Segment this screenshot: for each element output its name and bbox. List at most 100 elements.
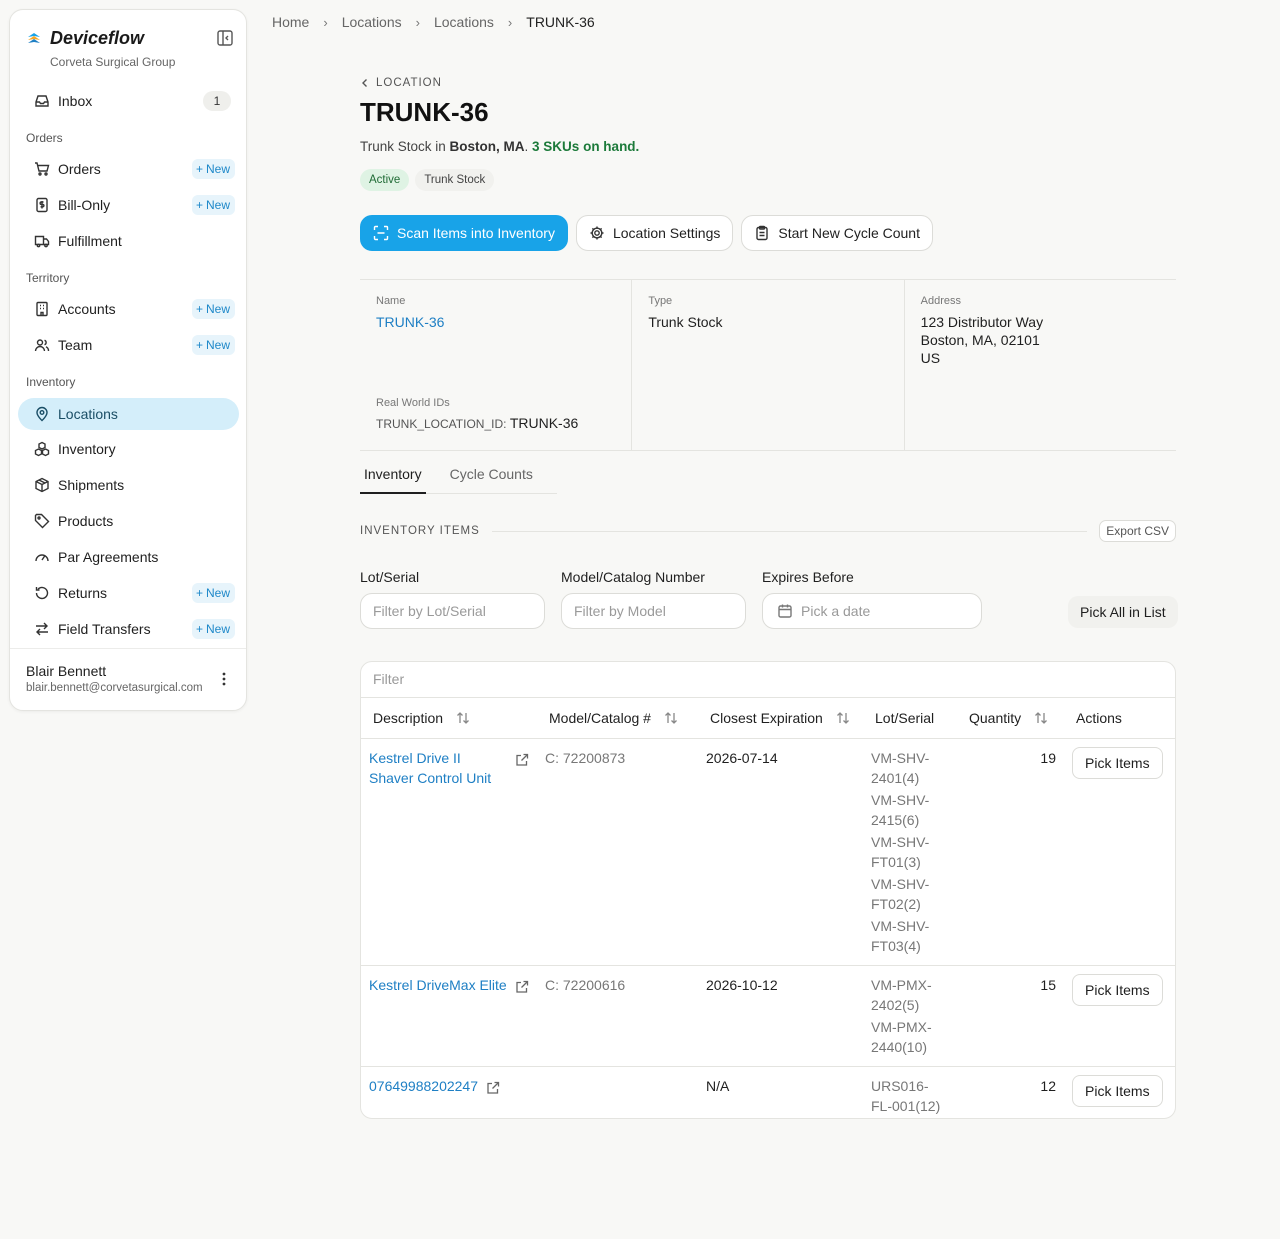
sku-count: 3 SKUs on hand. [532, 139, 640, 154]
expiration-cell: 2026-10-12 [698, 965, 863, 1067]
sidebar: Deviceflow Corveta Surgical Group Inbox … [9, 9, 247, 711]
pick-items-button[interactable]: Pick Items [1072, 746, 1163, 779]
table-row: Kestrel DriveMax Elite C: 72200616 2026-… [361, 965, 1175, 1067]
model-cell: C: 72200873 [537, 738, 698, 966]
product-link[interactable]: Kestrel DriveMax Elite [369, 975, 507, 995]
new-order-button[interactable]: + New [191, 159, 235, 179]
sidebar-item-team[interactable]: Team + New [18, 329, 239, 361]
new-label: New [205, 198, 230, 212]
new-bill-only-button[interactable]: + New [191, 195, 235, 215]
scan-items-button[interactable]: Scan Items into Inventory [360, 215, 568, 251]
plus-icon: + [195, 622, 203, 636]
breadcrumb-home[interactable]: Home [272, 14, 309, 30]
back-label: LOCATION [376, 77, 442, 89]
user-name: Blair Bennett [26, 663, 107, 679]
column-description[interactable]: Description [361, 698, 537, 739]
sidebar-item-label: Fulfillment [58, 233, 122, 249]
expiration-cell: 2026-07-14 [698, 738, 863, 966]
sidebar-item-orders[interactable]: Orders + New [18, 153, 239, 185]
new-account-button[interactable]: + New [191, 299, 235, 319]
model-filter-input[interactable] [561, 593, 746, 629]
table-filter-input[interactable] [373, 671, 1073, 687]
sidebar-item-shipments[interactable]: Shipments [18, 469, 239, 501]
sidebar-item-inventory[interactable]: Inventory [18, 433, 239, 465]
rwid-entry: TRUNK_LOCATION_ID: TRUNK-36 [376, 415, 578, 431]
name-value[interactable]: TRUNK-36 [376, 313, 615, 331]
start-cycle-count-button[interactable]: Start New Cycle Count [741, 215, 933, 251]
sidebar-item-locations[interactable]: Locations [18, 398, 239, 430]
new-return-button[interactable]: + New [191, 583, 235, 603]
tab-inventory[interactable]: Inventory [360, 460, 426, 494]
lot-entry: VM-PMX-2402(5) [871, 976, 932, 1013]
info-address-col: Address 123 Distributor Way Boston, MA, … [905, 280, 1176, 450]
tab-cycle-counts[interactable]: Cycle Counts [446, 460, 537, 493]
sidebar-item-label: Locations [58, 406, 118, 422]
product-link[interactable]: Kestrel Drive II Shaver Control Unit [369, 748, 507, 788]
sidebar-item-bill-only[interactable]: Bill-Only + New [18, 189, 239, 221]
sidebar-item-products[interactable]: Products [18, 505, 239, 537]
arrows-left-right-icon [34, 621, 50, 637]
type-label: Type [648, 295, 673, 307]
brand[interactable]: Deviceflow [26, 28, 144, 49]
column-expiration[interactable]: Closest Expiration [698, 698, 863, 739]
page-subtitle: Trunk Stock in Boston, MA. 3 SKUs on han… [360, 139, 639, 154]
external-link-icon[interactable] [486, 1081, 500, 1095]
breadcrumb-locations[interactable]: Locations [342, 14, 402, 30]
package-icon [34, 477, 50, 493]
column-label: Closest Expiration [710, 709, 823, 726]
rwid-label: Real World IDs [376, 397, 450, 409]
collapse-sidebar-icon[interactable] [216, 29, 234, 47]
rwid-value: TRUNK-36 [509, 415, 579, 431]
info-name-col: Name TRUNK-36 Real World IDs TRUNK_LOCAT… [360, 280, 633, 450]
pick-all-button[interactable]: Pick All in List [1068, 596, 1178, 628]
chevron-right-icon: › [415, 14, 420, 30]
external-link-icon[interactable] [515, 980, 529, 994]
section-inventory: Inventory [26, 375, 76, 389]
sidebar-item-returns[interactable]: Returns + New [18, 577, 239, 609]
sidebar-item-inbox[interactable]: Inbox 1 [18, 85, 239, 117]
sidebar-item-par-agreements[interactable]: Par Agreements [18, 541, 239, 573]
sidebar-item-field-transfers[interactable]: Field Transfers + New [18, 613, 239, 645]
external-link-icon[interactable] [515, 753, 529, 767]
pick-items-button[interactable]: Pick Items [1072, 973, 1163, 1006]
plus-icon: + [195, 198, 203, 212]
new-label: New [205, 338, 230, 352]
breadcrumb-locations-list[interactable]: Locations [434, 14, 494, 30]
sort-icon[interactable] [455, 710, 471, 726]
chevron-left-icon [360, 78, 370, 88]
sidebar-item-label: Team [58, 337, 93, 353]
more-vertical-icon[interactable] [216, 670, 232, 688]
location-settings-button[interactable]: Location Settings [575, 215, 734, 251]
product-link[interactable]: 07649988202247 [369, 1076, 478, 1096]
pick-items-button[interactable]: Pick Items [1072, 1074, 1163, 1107]
column-model[interactable]: Model/Catalog # [537, 698, 698, 739]
lot-filter-input[interactable] [360, 593, 545, 629]
scan-icon [373, 225, 389, 241]
expires-date-picker[interactable]: Pick a date [762, 593, 982, 629]
address-line-3: US [920, 350, 941, 366]
sidebar-item-fulfillment[interactable]: Fulfillment [18, 225, 239, 257]
column-quantity[interactable]: Quantity [957, 698, 1064, 739]
type-badge: Trunk Stock [415, 169, 495, 191]
sidebar-item-label: Orders [58, 161, 101, 177]
new-field-transfer-button[interactable]: + New [191, 619, 235, 639]
sort-icon[interactable] [1033, 710, 1049, 726]
info-type-col: Type Trunk Stock [632, 280, 905, 450]
subtitle-city: Boston, MA [449, 139, 525, 154]
sort-icon[interactable] [835, 710, 851, 726]
export-csv-button[interactable]: Export CSV [1099, 520, 1176, 542]
lot-cell: VM-SHV-2401(4) VM-SHV-2415(6) VM-SHV-FT0… [863, 738, 957, 966]
clipboard-icon [754, 225, 770, 241]
column-label: Quantity [969, 709, 1022, 726]
sidebar-item-label: Bill-Only [58, 197, 111, 213]
address-line-1: 123 Distributor Way [920, 314, 1044, 330]
new-label: New [205, 622, 230, 636]
lot-entry: VM-SHV-2401(4) [871, 749, 930, 786]
plus-icon: + [195, 162, 203, 176]
new-team-member-button[interactable]: + New [191, 335, 235, 355]
back-to-locations-link[interactable]: LOCATION [360, 77, 442, 89]
calendar-icon [777, 603, 793, 619]
tabs: Inventory Cycle Counts [360, 460, 557, 494]
sort-icon[interactable] [663, 710, 679, 726]
sidebar-item-accounts[interactable]: Accounts + New [18, 293, 239, 325]
